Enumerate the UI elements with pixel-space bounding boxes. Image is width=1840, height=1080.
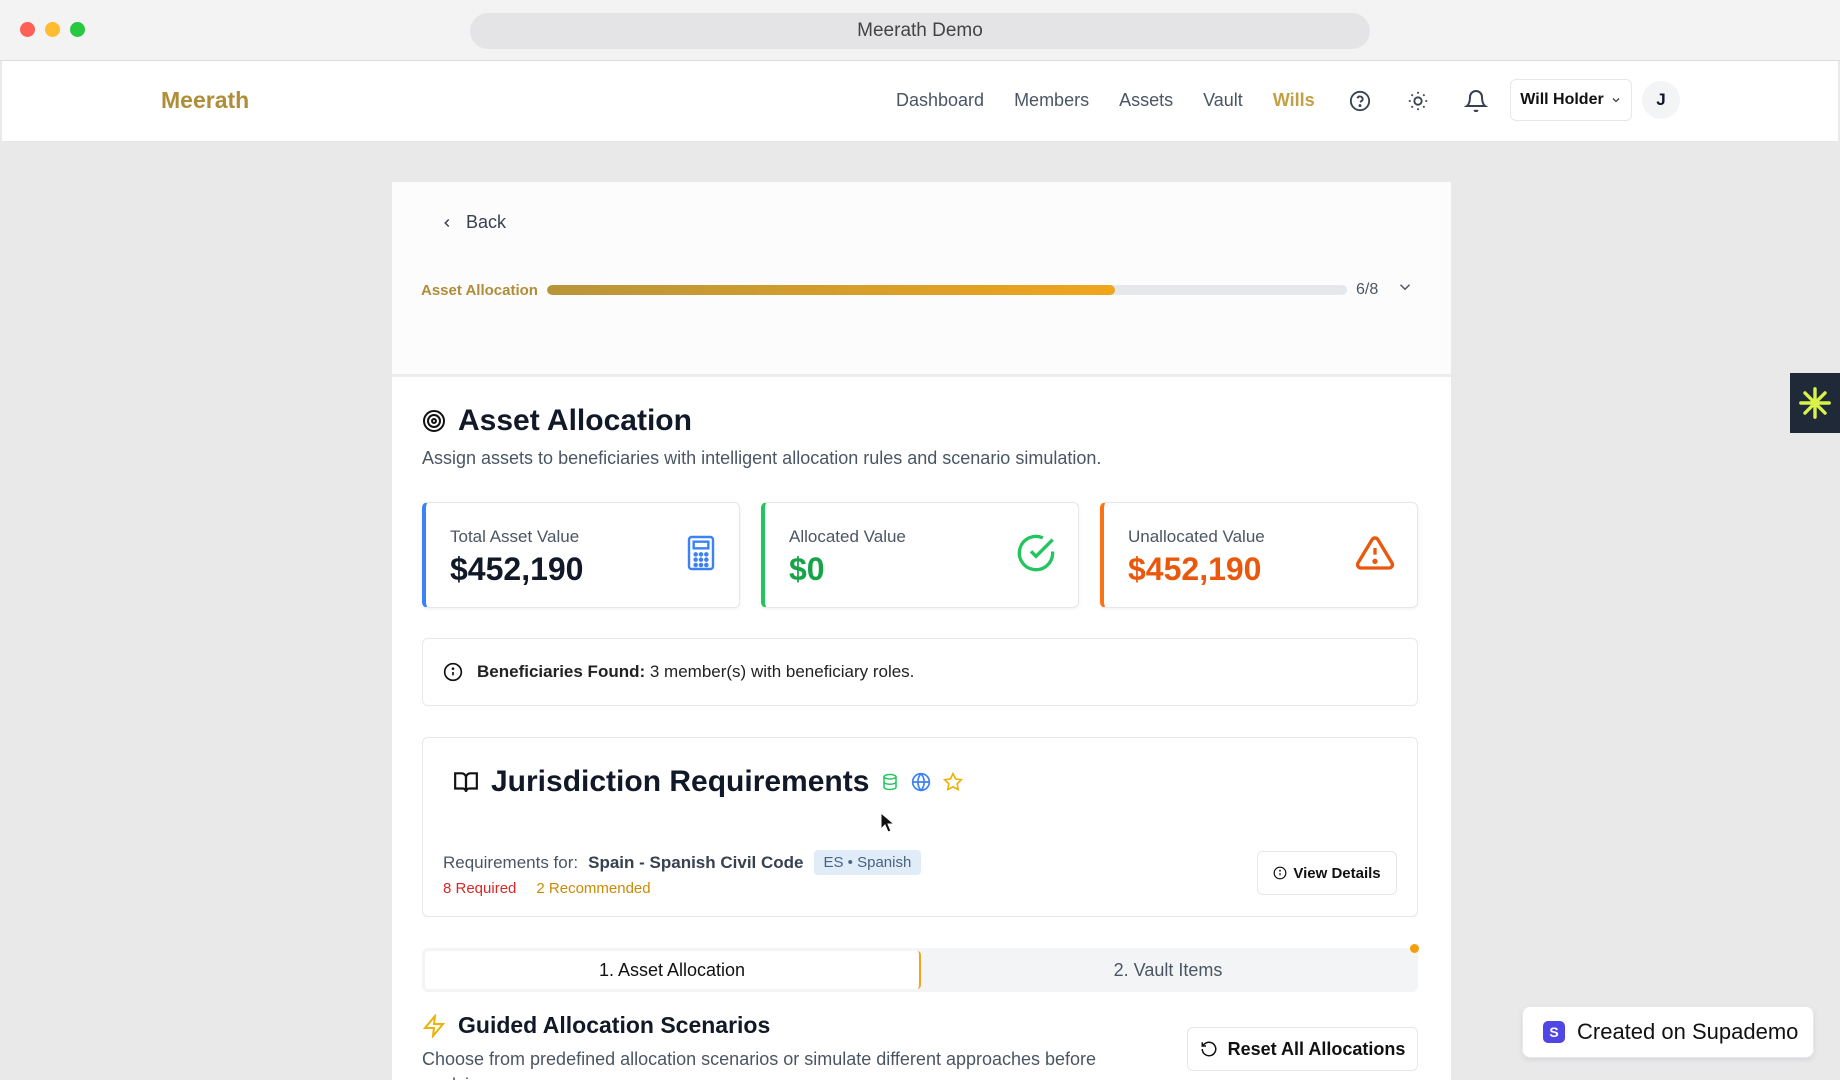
alert-triangle-icon xyxy=(1355,533,1395,578)
allocation-tabs: 1. Asset Allocation 2. Vault Items xyxy=(422,948,1418,992)
stat-label: Unallocated Value xyxy=(1128,527,1265,546)
app-logo[interactable]: Meerath xyxy=(161,87,249,114)
bell-icon[interactable] xyxy=(1462,87,1490,115)
recommended-count: 2 Recommended xyxy=(536,880,651,897)
calculator-icon xyxy=(685,533,717,578)
guided-description: Choose from predefined allocation scenar… xyxy=(422,1049,1097,1080)
stat-label: Allocated Value xyxy=(789,527,906,546)
progress-bar-fill xyxy=(547,285,1115,295)
reset-all-allocations-button[interactable]: Reset All Allocations xyxy=(1187,1027,1418,1071)
check-circle-icon xyxy=(1016,533,1056,578)
browser-chrome: Meerath Demo xyxy=(0,0,1840,61)
back-button[interactable]: Back xyxy=(440,212,506,233)
chevron-left-icon xyxy=(444,218,450,227)
tab-vault-items[interactable]: 2. Vault Items xyxy=(921,951,1415,989)
minimize-window-button[interactable] xyxy=(45,22,60,37)
back-label: Back xyxy=(466,212,507,232)
beneficiaries-label: Beneficiaries Found: xyxy=(477,662,646,681)
avatar[interactable]: J xyxy=(1642,81,1680,119)
stat-card-unallocated: Unallocated Value $452,190 xyxy=(1100,502,1418,608)
globe-icon xyxy=(912,772,931,792)
wizard-progress-header: Back Asset Allocation 6/8 xyxy=(392,182,1451,377)
view-details-label: View Details xyxy=(1293,864,1381,882)
lightning-icon xyxy=(422,1013,446,1038)
mouse-cursor-icon xyxy=(880,811,896,839)
view-details-button[interactable]: View Details xyxy=(1257,851,1397,895)
main-nav: Dashboard Members Assets Vault Wills xyxy=(896,90,1315,111)
asterisk-icon xyxy=(1799,387,1831,419)
beneficiaries-info: Beneficiaries Found: 3 member(s) with be… xyxy=(422,638,1418,706)
supademo-badge[interactable]: S Created on Supademo xyxy=(1522,1006,1814,1058)
maximize-window-button[interactable] xyxy=(70,22,85,37)
progress-bar xyxy=(547,285,1347,295)
chevron-down-icon xyxy=(1612,98,1620,103)
target-icon xyxy=(423,410,445,432)
user-menu-button[interactable]: Will Holder xyxy=(1510,79,1632,121)
star-icon xyxy=(943,772,964,792)
database-icon xyxy=(883,773,898,791)
stat-card-total: Total Asset Value $452,190 xyxy=(422,502,740,608)
nav-wills[interactable]: Wills xyxy=(1273,90,1315,111)
help-circle-icon[interactable] xyxy=(1346,87,1374,115)
tab-asset-allocation[interactable]: 1. Asset Allocation xyxy=(425,951,921,989)
section-title-text: Asset Allocation xyxy=(458,404,692,437)
stat-card-allocated: Allocated Value $0 xyxy=(761,502,1079,608)
jurisdiction-title: Jurisdiction Requirements xyxy=(453,765,964,799)
user-name: Will Holder xyxy=(1520,91,1604,108)
stat-label: Total Asset Value xyxy=(450,527,580,546)
supademo-label: Created on Supademo xyxy=(1577,1019,1799,1044)
address-bar[interactable]: Meerath Demo xyxy=(470,13,1370,49)
stat-value: $0 xyxy=(789,551,825,587)
supademo-logo: S xyxy=(1543,1021,1565,1043)
main-panel: Back Asset Allocation 6/8 Asset Allocati… xyxy=(392,182,1451,1080)
nav-members[interactable]: Members xyxy=(1014,90,1089,111)
nav-assets[interactable]: Assets xyxy=(1119,90,1173,111)
beneficiaries-text: 3 member(s) with beneficiary roles. xyxy=(649,662,915,681)
info-icon xyxy=(1273,866,1287,880)
required-count: 8 Required xyxy=(443,880,517,897)
requirements-value: Spain - Spanish Civil Code xyxy=(588,852,804,872)
info-icon xyxy=(443,662,463,682)
requirements-prefix: Requirements for: xyxy=(443,852,579,872)
guided-title-text: Guided Allocation Scenarios xyxy=(458,1012,771,1038)
app-header: Meerath Dashboard Members Assets Vault W… xyxy=(2,61,1838,142)
guided-scenarios-title: Guided Allocation Scenarios xyxy=(422,1012,770,1039)
jurisdiction-card: Jurisdiction Requirements Requirements f… xyxy=(422,737,1418,917)
book-open-icon xyxy=(454,772,478,792)
nav-dashboard[interactable]: Dashboard xyxy=(896,90,984,111)
stat-value: $452,190 xyxy=(1128,551,1262,587)
stat-value: $452,190 xyxy=(450,551,584,587)
jurisdiction-requirements: Requirements for: Spain - Spanish Civil … xyxy=(443,850,922,875)
reset-label: Reset All Allocations xyxy=(1227,1038,1406,1059)
requirement-counts: 8 Required 2 Recommended xyxy=(443,880,651,897)
expand-steps-chevron-icon[interactable] xyxy=(1396,278,1414,301)
rotate-ccw-icon xyxy=(1201,1041,1217,1057)
side-widget-tab[interactable] xyxy=(1790,373,1840,433)
progress-count: 6/8 xyxy=(1356,281,1379,298)
close-window-button[interactable] xyxy=(20,22,35,37)
nav-vault[interactable]: Vault xyxy=(1203,90,1243,111)
sun-icon[interactable] xyxy=(1404,87,1432,115)
jurisdiction-title-text: Jurisdiction Requirements xyxy=(491,765,870,798)
progress-step-label: Asset Allocation xyxy=(421,282,538,299)
tab-notification-dot xyxy=(1410,944,1419,953)
section-title: Asset Allocation xyxy=(422,404,692,438)
section-description: Assign assets to beneficiaries with inte… xyxy=(422,448,1102,468)
jurisdiction-badge: ES • Spanish xyxy=(813,850,922,875)
window-controls xyxy=(20,22,85,37)
